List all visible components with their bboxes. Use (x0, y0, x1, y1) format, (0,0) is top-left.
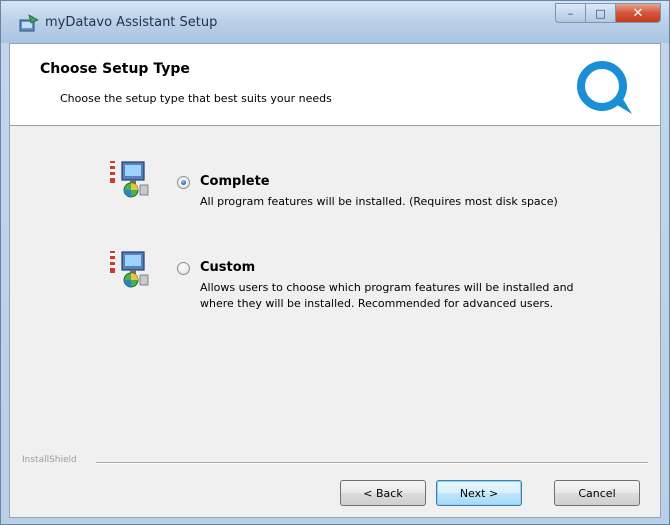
minimize-button[interactable]: – (555, 3, 585, 23)
custom-option-label[interactable]: Custom (200, 260, 255, 275)
dialog-body: Choose Setup Type Choose the setup type … (9, 43, 661, 518)
complete-radio[interactable] (177, 176, 190, 189)
page-title: Choose Setup Type (40, 61, 190, 77)
complete-option-label[interactable]: Complete (200, 174, 270, 189)
custom-option-description: Allows users to choose which program fea… (200, 281, 574, 310)
complete-option-description: All program features will be installed. … (200, 195, 558, 208)
header-banner: Choose Setup Type Choose the setup type … (10, 44, 660, 126)
installshield-brand: InstallShield (22, 455, 77, 465)
window-title: myDatavo Assistant Setup (45, 15, 218, 30)
close-button[interactable]: ✕ (615, 3, 661, 23)
custom-radio[interactable] (177, 262, 190, 275)
maximize-button[interactable]: □ (585, 3, 615, 23)
window-controls: – □ ✕ (555, 3, 661, 25)
custom-setup-icon (110, 251, 149, 288)
installer-app-icon (19, 14, 39, 32)
page-subtitle: Choose the setup type that best suits yo… (60, 92, 332, 105)
complete-setup-icon (110, 161, 149, 198)
setup-window: myDatavo Assistant Setup – □ ✕ Choose Se… (0, 0, 670, 525)
back-button[interactable]: < Back (340, 480, 426, 506)
next-button[interactable]: Next > (436, 480, 522, 506)
footer-separator (96, 462, 648, 464)
speech-bubble-logo-icon (577, 61, 632, 114)
cancel-button[interactable]: Cancel (554, 480, 640, 506)
radio-selected-dot (181, 180, 186, 185)
title-bar[interactable]: myDatavo Assistant Setup – □ ✕ (1, 1, 669, 43)
